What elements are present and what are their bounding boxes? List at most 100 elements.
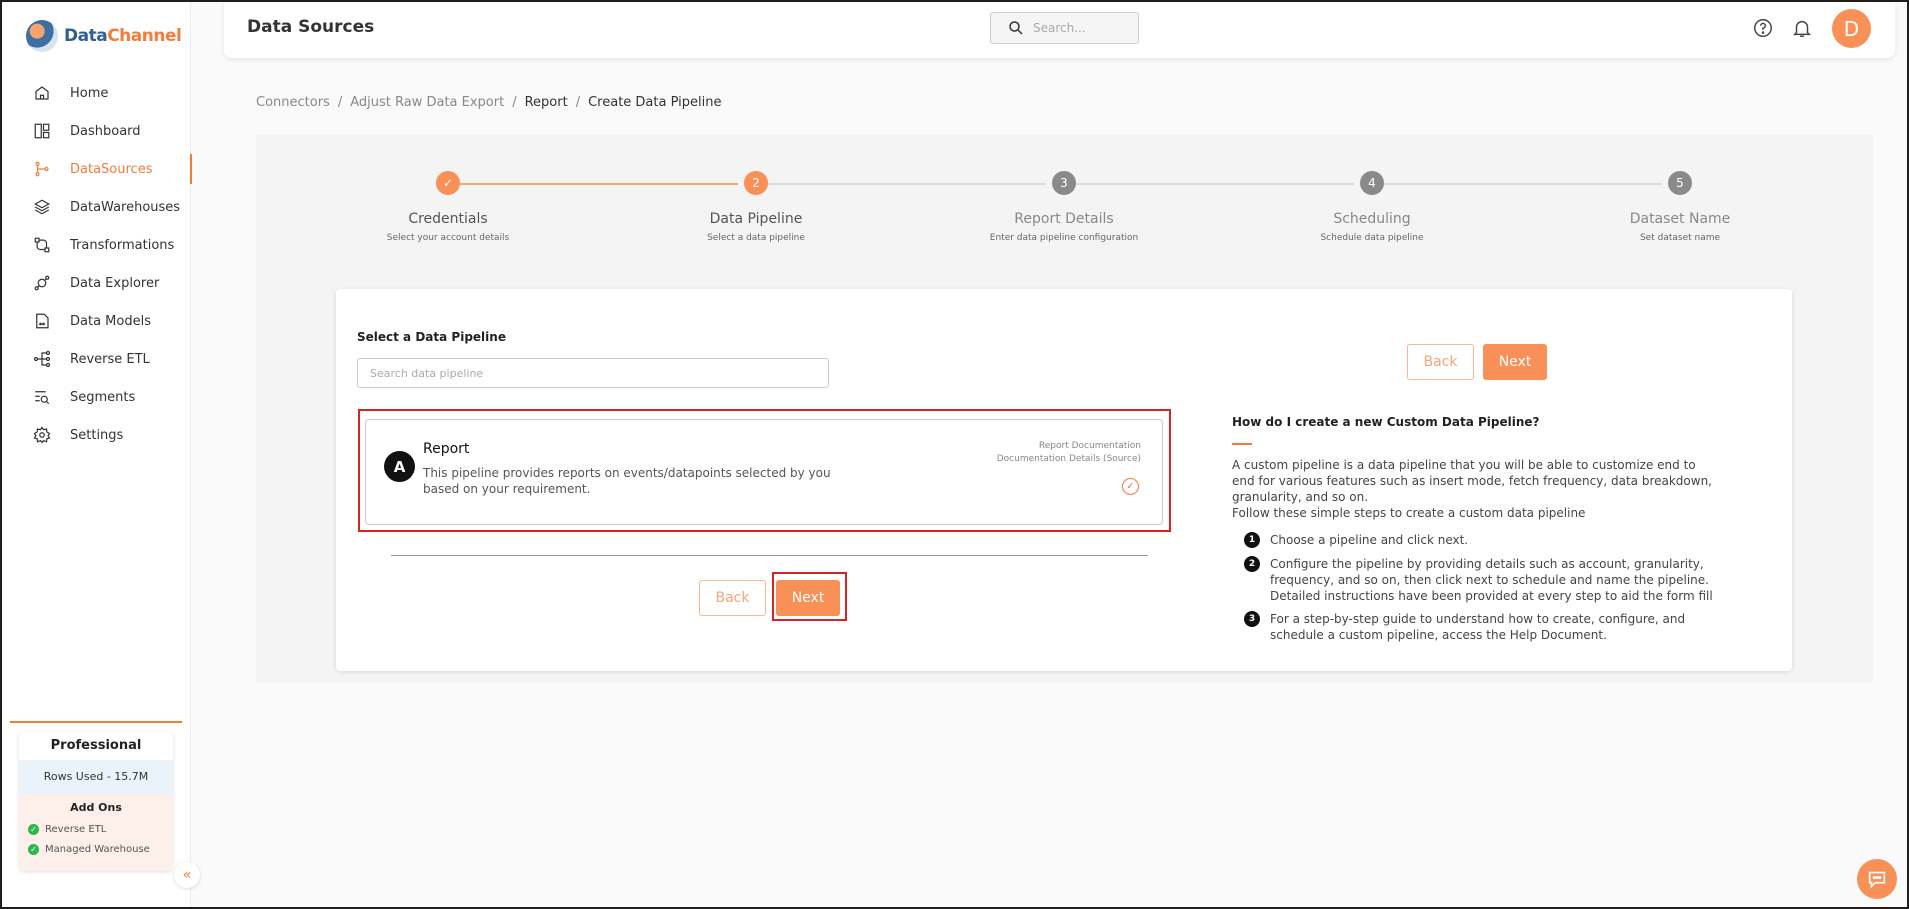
addon-item: ✓ Managed Warehouse — [19, 839, 173, 859]
report-documentation-link[interactable]: Report Documentation — [841, 441, 1141, 451]
step-connector — [768, 183, 1046, 185]
segments-icon — [33, 388, 51, 406]
breadcrumb-adjust-raw-data-export[interactable]: Adjust Raw Data Export — [350, 95, 504, 110]
addon-label: Reverse ETL — [45, 823, 107, 835]
step-3-title: Report Details — [1014, 211, 1114, 227]
logo[interactable]: DataChannel — [26, 20, 182, 52]
step-4-subtitle: Schedule data pipeline — [1320, 233, 1424, 243]
addons-title: Add Ons — [70, 801, 122, 814]
help-intro-text: A custom pipeline is a data pipeline tha… — [1232, 458, 1712, 504]
avatar[interactable]: D — [1832, 9, 1871, 48]
help-icon[interactable] — [1752, 17, 1774, 39]
help-step: 3 For a step-by-step guide to understand… — [1244, 611, 1724, 643]
help-intro: A custom pipeline is a data pipeline tha… — [1232, 457, 1722, 521]
model-icon — [33, 312, 51, 330]
step-3-indicator: 3 — [1052, 171, 1076, 195]
rows-used: Rows Used - 15.7M — [19, 760, 173, 794]
help-step-text: Configure the pipeline by providing deta… — [1270, 557, 1713, 603]
sidebar-nav: Home Dashboard DataSources DataWarehouse… — [2, 74, 192, 454]
sidebar-item-reverse-etl[interactable]: Reverse ETL — [2, 340, 191, 378]
search-placeholder: Search... — [1033, 21, 1086, 35]
help-step-text: Choose a pipeline and click next. — [1270, 533, 1469, 547]
help-follow-text: Follow these simple steps to create a cu… — [1232, 506, 1586, 520]
logo-mark-icon — [26, 20, 58, 52]
help-step-text: For a step-by-step guide to understand h… — [1270, 612, 1686, 642]
sidebar-item-label: Transformations — [70, 237, 175, 253]
dashboard-icon — [33, 122, 51, 140]
sidebar-item-data-explorer[interactable]: Data Explorer — [2, 264, 191, 302]
sidebar-item-label: Dashboard — [70, 123, 141, 139]
back-button[interactable]: Back — [699, 580, 766, 616]
check-icon: ✓ — [28, 823, 39, 835]
step-5-title: Dataset Name — [1629, 211, 1731, 227]
step-5-subtitle: Set dataset name — [1639, 233, 1721, 243]
next-button-top[interactable]: Next — [1483, 344, 1547, 380]
breadcrumb-connectors[interactable]: Connectors — [256, 95, 330, 110]
plan-card: Professional Rows Used - 15.7M Add Ons ✓… — [19, 732, 173, 871]
sidebar-item-label: Home — [70, 85, 109, 101]
step-connector — [1076, 183, 1354, 185]
chat-button[interactable] — [1857, 859, 1897, 899]
sidebar-item-transformations[interactable]: Transformations — [2, 226, 191, 264]
pipeline-name: Report — [423, 441, 470, 457]
layers-icon — [33, 198, 51, 216]
documentation-details-link[interactable]: Documentation Details (Source) — [841, 454, 1141, 464]
sidebar-item-home[interactable]: Home — [2, 74, 191, 112]
breadcrumb: Connectors / Adjust Raw Data Export / Re… — [256, 95, 721, 110]
gear-icon — [33, 426, 51, 444]
step-3-subtitle: Enter data pipeline configuration — [989, 233, 1139, 243]
datasources-icon — [33, 160, 51, 178]
top-header: Data Sources Search... D — [224, 2, 1895, 58]
pipeline-description: This pipeline provides reports on events… — [423, 466, 831, 496]
logo-text: DataChannel — [64, 26, 182, 46]
sidebar-item-settings[interactable]: Settings — [2, 416, 191, 454]
step-number-badge: 3 — [1244, 611, 1260, 627]
next-button[interactable]: Next — [776, 580, 840, 616]
sidebar-item-label: Data Explorer — [70, 275, 160, 291]
step-2-title: Data Pipeline — [709, 211, 803, 227]
step-1-title: Credentials — [408, 211, 488, 227]
sidebar-item-label: Settings — [70, 427, 124, 443]
sidebar-item-segments[interactable]: Segments — [2, 378, 191, 416]
step-connector — [1384, 183, 1662, 185]
step-4-indicator: 4 — [1360, 171, 1384, 195]
step-connector-done — [460, 183, 738, 185]
sidebar-item-label: Segments — [70, 389, 136, 405]
help-title-underline — [1232, 443, 1252, 445]
pipeline-search-input[interactable] — [357, 358, 829, 388]
sidebar-item-dashboard[interactable]: Dashboard — [2, 112, 191, 150]
step-1-subtitle: Select your account details — [386, 233, 510, 243]
step-4-title: Scheduling — [1333, 211, 1411, 227]
home-icon — [33, 84, 51, 102]
sidebar: DataChannel Home Dashboard DataSources D… — [2, 2, 192, 907]
header-search[interactable]: Search... — [990, 12, 1139, 44]
help-step: 1 Choose a pipeline and click next. — [1244, 532, 1724, 548]
adjust-logo-icon: A — [384, 451, 415, 482]
step-number-badge: 2 — [1244, 556, 1260, 572]
plan-divider — [10, 721, 182, 723]
collapse-sidebar-icon[interactable]: « — [174, 862, 200, 888]
sidebar-item-data-models[interactable]: Data Models — [2, 302, 191, 340]
back-button-top[interactable]: Back — [1407, 344, 1474, 380]
search-icon — [1009, 21, 1023, 35]
breadcrumb-report[interactable]: Report — [525, 95, 568, 110]
step-number-badge: 1 — [1244, 532, 1260, 548]
addon-item: ✓ Reverse ETL — [19, 819, 173, 839]
selected-check-icon: ✓ — [1122, 478, 1139, 495]
page-title: Data Sources — [247, 17, 375, 37]
sidebar-item-label: Data Models — [70, 313, 151, 329]
sidebar-item-datasources[interactable]: DataSources — [2, 150, 192, 188]
breadcrumb-separator: / — [575, 95, 581, 110]
breadcrumb-current: Create Data Pipeline — [588, 95, 722, 110]
sidebar-item-label: DataSources — [70, 161, 153, 177]
explorer-icon — [33, 274, 51, 292]
sidebar-item-datawarehouses[interactable]: DataWarehouses — [2, 188, 191, 226]
bell-icon[interactable] — [1791, 17, 1813, 39]
divider — [391, 555, 1148, 556]
breadcrumb-separator: / — [512, 95, 517, 110]
step-2-indicator[interactable]: 2 — [744, 171, 768, 195]
addons-section: Add Ons ✓ Reverse ETL ✓ Managed Warehous… — [19, 794, 173, 871]
help-title: How do I create a new Custom Data Pipeli… — [1232, 415, 1540, 429]
sidebar-item-label: DataWarehouses — [70, 199, 181, 215]
step-1-complete-icon[interactable]: ✓ — [436, 171, 460, 195]
